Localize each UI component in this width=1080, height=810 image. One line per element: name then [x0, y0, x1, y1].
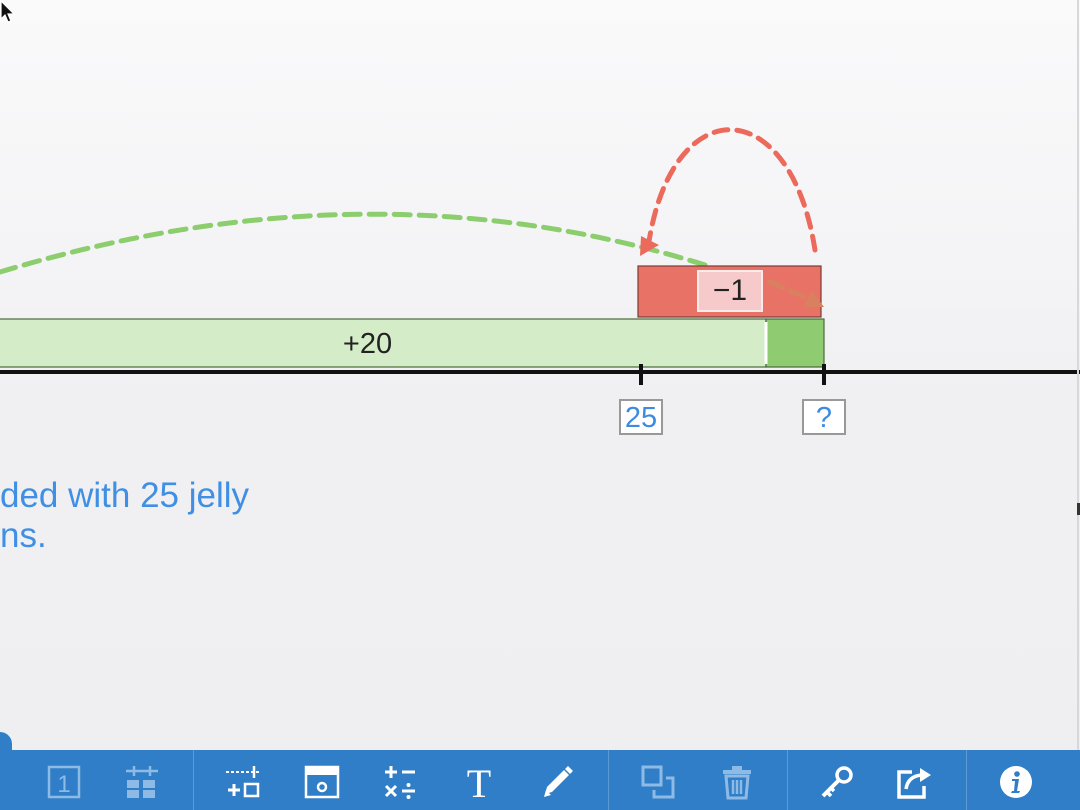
- text-tool-icon: T: [467, 764, 491, 800]
- workspace-canvas[interactable]: +20 −1 25 ? ded with 25 jelly ns.: [0, 0, 1080, 750]
- toolbar-separator: [608, 750, 609, 810]
- red-jump-arc: [645, 127, 818, 253]
- trash-icon: [723, 766, 751, 800]
- number-1-button[interactable]: 1: [40, 758, 88, 806]
- key-button[interactable]: [813, 758, 861, 806]
- story-line-2: ns.: [0, 516, 47, 555]
- calendar-box-icon: [304, 765, 340, 799]
- info-button[interactable]: [992, 758, 1040, 806]
- tick-label-25[interactable]: 25: [619, 399, 663, 435]
- pencil-button[interactable]: [533, 758, 581, 806]
- calendar-box-button[interactable]: [298, 758, 346, 806]
- svg-text:1: 1: [57, 771, 70, 798]
- operations-icon: [384, 766, 415, 799]
- bottom-toolbar: 1 T: [0, 732, 1080, 810]
- green-jump-arc: [0, 211, 708, 275]
- mouse-cursor-icon: [0, 0, 16, 23]
- toolbar-separator: [193, 750, 194, 810]
- pencil-icon: [544, 766, 573, 797]
- number-1-icon: 1: [47, 765, 81, 799]
- toolbar-separator: [787, 750, 788, 810]
- numberline-add-icon: [226, 766, 260, 798]
- key-icon: [821, 766, 853, 798]
- grid-blocks-button[interactable]: [118, 758, 166, 806]
- add-bar-label: +20: [342, 328, 393, 360]
- toolbar-separator: [966, 750, 967, 810]
- subtract-bar-label[interactable]: −1: [697, 270, 763, 312]
- story-line-1: ded with 25 jelly: [0, 476, 250, 515]
- tick-label-unknown[interactable]: ?: [802, 399, 846, 435]
- share-icon: [897, 768, 931, 799]
- add-bar-dark[interactable]: [765, 318, 825, 368]
- text-tool-button[interactable]: T: [455, 758, 503, 806]
- duplicate-icon: [641, 765, 675, 799]
- grid-blocks-icon: [126, 766, 158, 798]
- share-button[interactable]: [891, 758, 939, 806]
- numberline-add-button[interactable]: [219, 758, 267, 806]
- operations-button[interactable]: [376, 758, 424, 806]
- duplicate-button[interactable]: [634, 758, 682, 806]
- toolbar-tab-handle[interactable]: [0, 732, 12, 810]
- svg-text:T: T: [467, 764, 491, 800]
- story-text: ded with 25 jelly ns.: [0, 476, 249, 556]
- number-line-drawing: [0, 0, 1080, 750]
- info-icon: [1000, 766, 1032, 798]
- trash-button[interactable]: [713, 758, 761, 806]
